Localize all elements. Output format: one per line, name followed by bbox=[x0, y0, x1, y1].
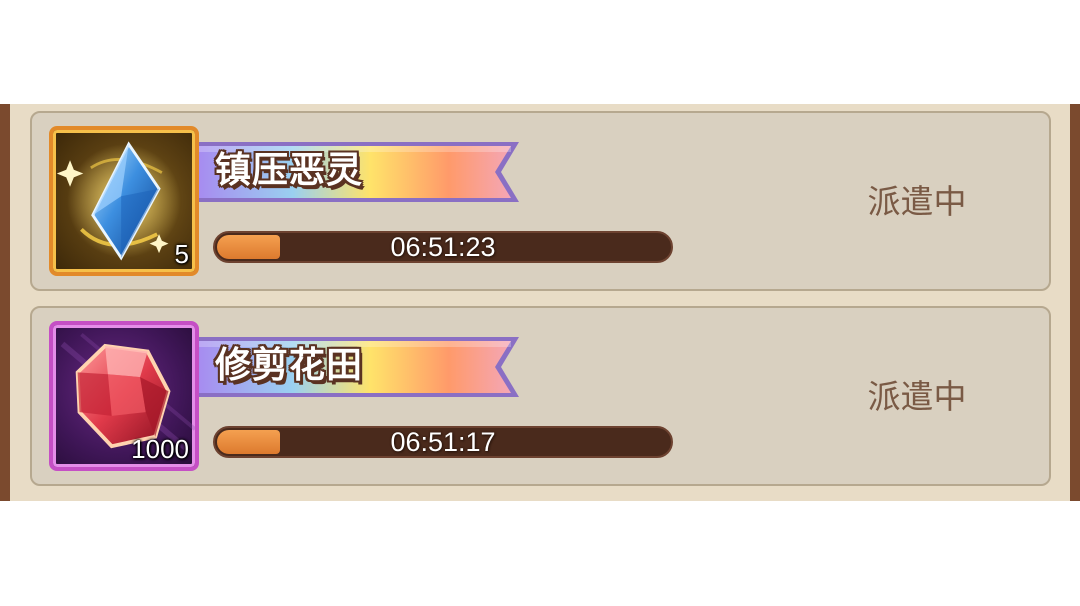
reward-item-slot[interactable]: 1000 bbox=[49, 321, 199, 471]
dispatch-status: 派遣中 bbox=[867, 377, 967, 416]
item-count-badge: 5 bbox=[174, 239, 189, 269]
mission-list-panel: 5 镇压恶灵 06:51:23 派遣中 1000 修剪花田 06:51:17 派… bbox=[0, 104, 1080, 501]
mission-progress-bar: 06:51:17 bbox=[213, 426, 673, 458]
reward-item-slot[interactable]: 5 bbox=[49, 126, 199, 276]
mission-timer: 06:51:17 bbox=[390, 427, 496, 457]
mission-card[interactable]: 1000 修剪花田 06:51:17 派遣中 bbox=[30, 306, 1051, 486]
item-count-badge: 1000 bbox=[131, 434, 189, 464]
dispatch-status: 派遣中 bbox=[867, 182, 967, 221]
mission-title: 镇压恶灵 bbox=[215, 150, 364, 191]
mission-card[interactable]: 5 镇压恶灵 06:51:23 派遣中 bbox=[30, 111, 1051, 291]
mission-timer: 06:51:23 bbox=[390, 232, 496, 262]
mission-progress-bar: 06:51:23 bbox=[213, 231, 673, 263]
mission-title: 修剪花田 bbox=[215, 345, 364, 386]
